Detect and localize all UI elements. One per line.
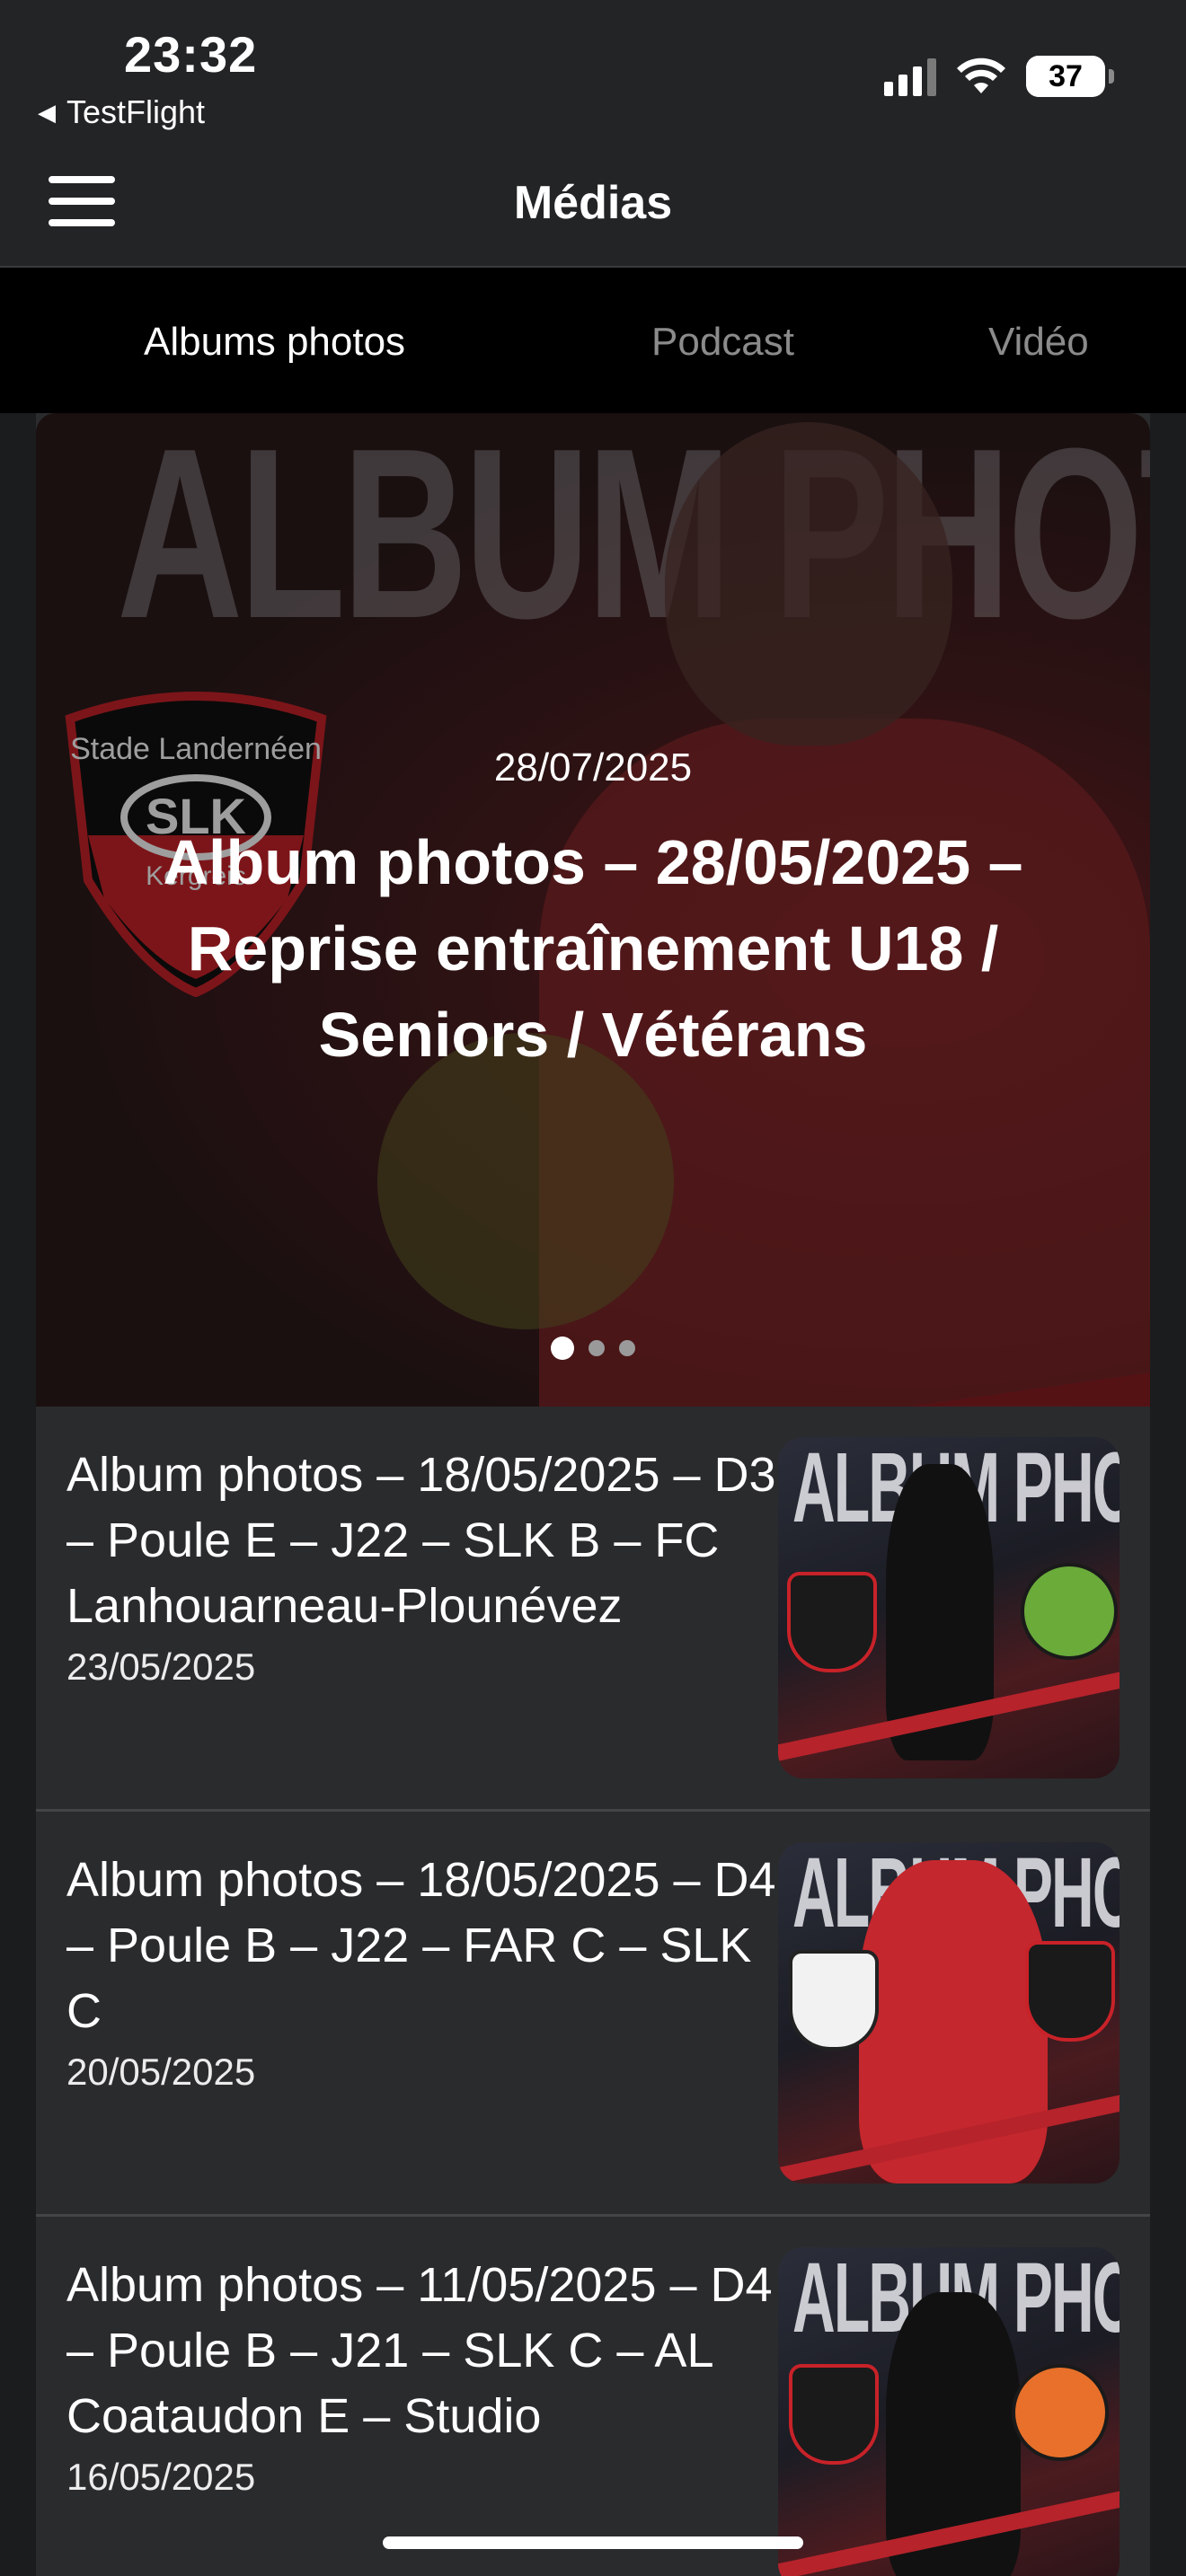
signal-icon: [884, 57, 936, 96]
wifi-icon: [957, 57, 1005, 93]
album-thumbnail: ALBUM PHOTOS: [778, 1437, 1120, 1778]
album-list-item[interactable]: Album photos – 18/05/2025 – D4 – Poule B…: [36, 1812, 1150, 2217]
album-date: 23/05/2025: [66, 1645, 256, 1688]
tab-podcast[interactable]: Podcast: [651, 320, 794, 365]
battery-icon: 37: [1026, 56, 1114, 97]
carousel-page-indicator[interactable]: [36, 1337, 1150, 1360]
back-triangle-icon: ◀: [38, 98, 56, 126]
status-time: 23:32: [124, 26, 258, 83]
carousel-dot-2[interactable]: [589, 1340, 605, 1356]
status-icons: 37: [884, 56, 1114, 97]
back-to-app-link[interactable]: ◀ TestFlight: [38, 93, 205, 131]
album-list: Album photos – 18/05/2025 – D3 – Poule E…: [36, 1407, 1150, 2576]
album-thumbnail: ALBUM PHOTOS: [778, 2247, 1120, 2576]
album-list-item[interactable]: Album photos – 18/05/2025 – D3 – Poule E…: [36, 1407, 1150, 1812]
tab-albums-photos[interactable]: Albums photos: [144, 320, 405, 365]
album-title: Album photos – 18/05/2025 – D4 – Poule B…: [66, 1853, 776, 2038]
album-list-item[interactable]: Album photos – 11/05/2025 – D4 – Poule B…: [36, 2217, 1150, 2576]
album-title: Album photos – 11/05/2025 – D4 – Poule B…: [66, 2258, 773, 2443]
album-thumbnail: ALBUM PHOTOS: [778, 1842, 1120, 2183]
hero-title[interactable]: Album photos – 28/05/2025 – Reprise entr…: [90, 819, 1096, 1078]
album-date: 16/05/2025: [66, 2456, 256, 2498]
carousel-dot-1[interactable]: [551, 1337, 574, 1360]
home-indicator[interactable]: [383, 2536, 803, 2549]
tab-video[interactable]: Vidéo: [988, 320, 1089, 365]
status-bar: 23:32 ◀ TestFlight 37: [0, 0, 1186, 135]
hero-date: 28/07/2025: [493, 745, 693, 790]
featured-album-carousel[interactable]: ALBUM PHOTOS Stade Landernéen SLK Kergre…: [36, 413, 1150, 1407]
tab-bar: Albums photos Podcast Vidéo: [0, 268, 1186, 413]
battery-level: 37: [1049, 58, 1083, 93]
album-title: Album photos – 18/05/2025 – D3 – Poule E…: [66, 1448, 776, 1633]
navigation-bar: Médias: [0, 135, 1186, 268]
carousel-dot-3[interactable]: [619, 1340, 635, 1356]
page-title: Médias: [513, 177, 673, 229]
album-date: 20/05/2025: [66, 2051, 256, 2093]
albums-content: ALBUM PHOTOS Stade Landernéen SLK Kergre…: [36, 413, 1150, 2576]
back-app-label: TestFlight: [66, 93, 206, 130]
